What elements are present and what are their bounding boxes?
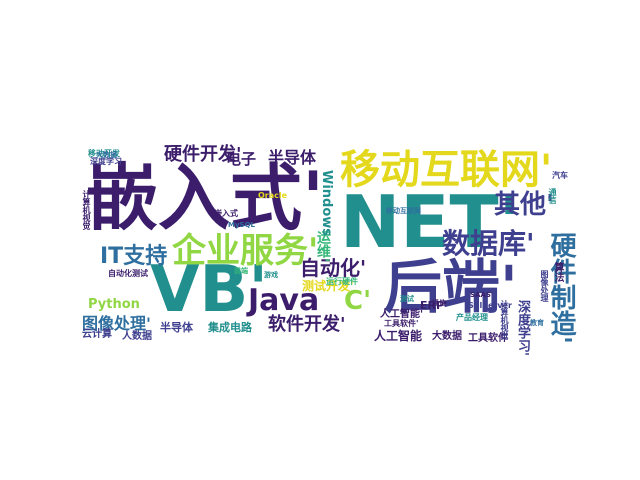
word: 算法	[552, 262, 563, 282]
word: 通信	[548, 188, 557, 204]
word: 移动互联网	[386, 207, 421, 215]
word: 移动互联网'	[340, 147, 553, 193]
word: 运行硬件	[326, 277, 358, 286]
word: Oracle	[258, 191, 288, 200]
word: 电子	[226, 150, 257, 168]
word: 通信	[432, 299, 446, 307]
word: 软件开发'	[268, 314, 346, 335]
word: 游戏	[264, 271, 278, 279]
word: 测试	[400, 295, 414, 303]
word: 工具软件'	[384, 319, 419, 328]
word-cloud: 嵌入式' NET' 移动互联网' 后端' VB' 企业服务' Java C' 其…	[0, 0, 640, 480]
word: 计算机视觉	[500, 300, 509, 340]
word: 深度学习'	[515, 300, 530, 356]
word: 其他'	[494, 190, 554, 220]
word: 嵌入式'	[86, 156, 325, 240]
word: 嵌入式	[214, 209, 238, 218]
word: 硬件制造'	[546, 232, 576, 344]
word: Windows	[319, 170, 334, 237]
word: 自动化测试	[108, 269, 148, 278]
word: 大数据	[432, 331, 462, 342]
word: 云计算	[82, 329, 112, 340]
word: 教育	[530, 319, 544, 327]
word: 人工智能	[374, 329, 423, 343]
word: 深度学习	[90, 157, 122, 166]
word: 自动化'	[300, 256, 367, 280]
word: 半导体	[160, 321, 193, 334]
word: 大数据	[96, 151, 117, 159]
word: SAAS'	[470, 291, 494, 299]
word: Python	[88, 297, 140, 312]
word: 产品经理	[456, 313, 488, 322]
word: MySQL	[228, 221, 255, 229]
word: 前端	[234, 267, 248, 275]
word: 图像处理	[540, 270, 549, 302]
word: 数据库'	[442, 227, 535, 260]
word: 集成电路	[208, 321, 252, 334]
word: 汽车	[552, 171, 568, 180]
word: 人数据	[122, 331, 152, 342]
word: 企业服务'	[172, 231, 319, 271]
word: 计算机视觉	[82, 190, 91, 230]
word: IT支持	[100, 244, 168, 269]
word: 半导体	[268, 148, 317, 167]
